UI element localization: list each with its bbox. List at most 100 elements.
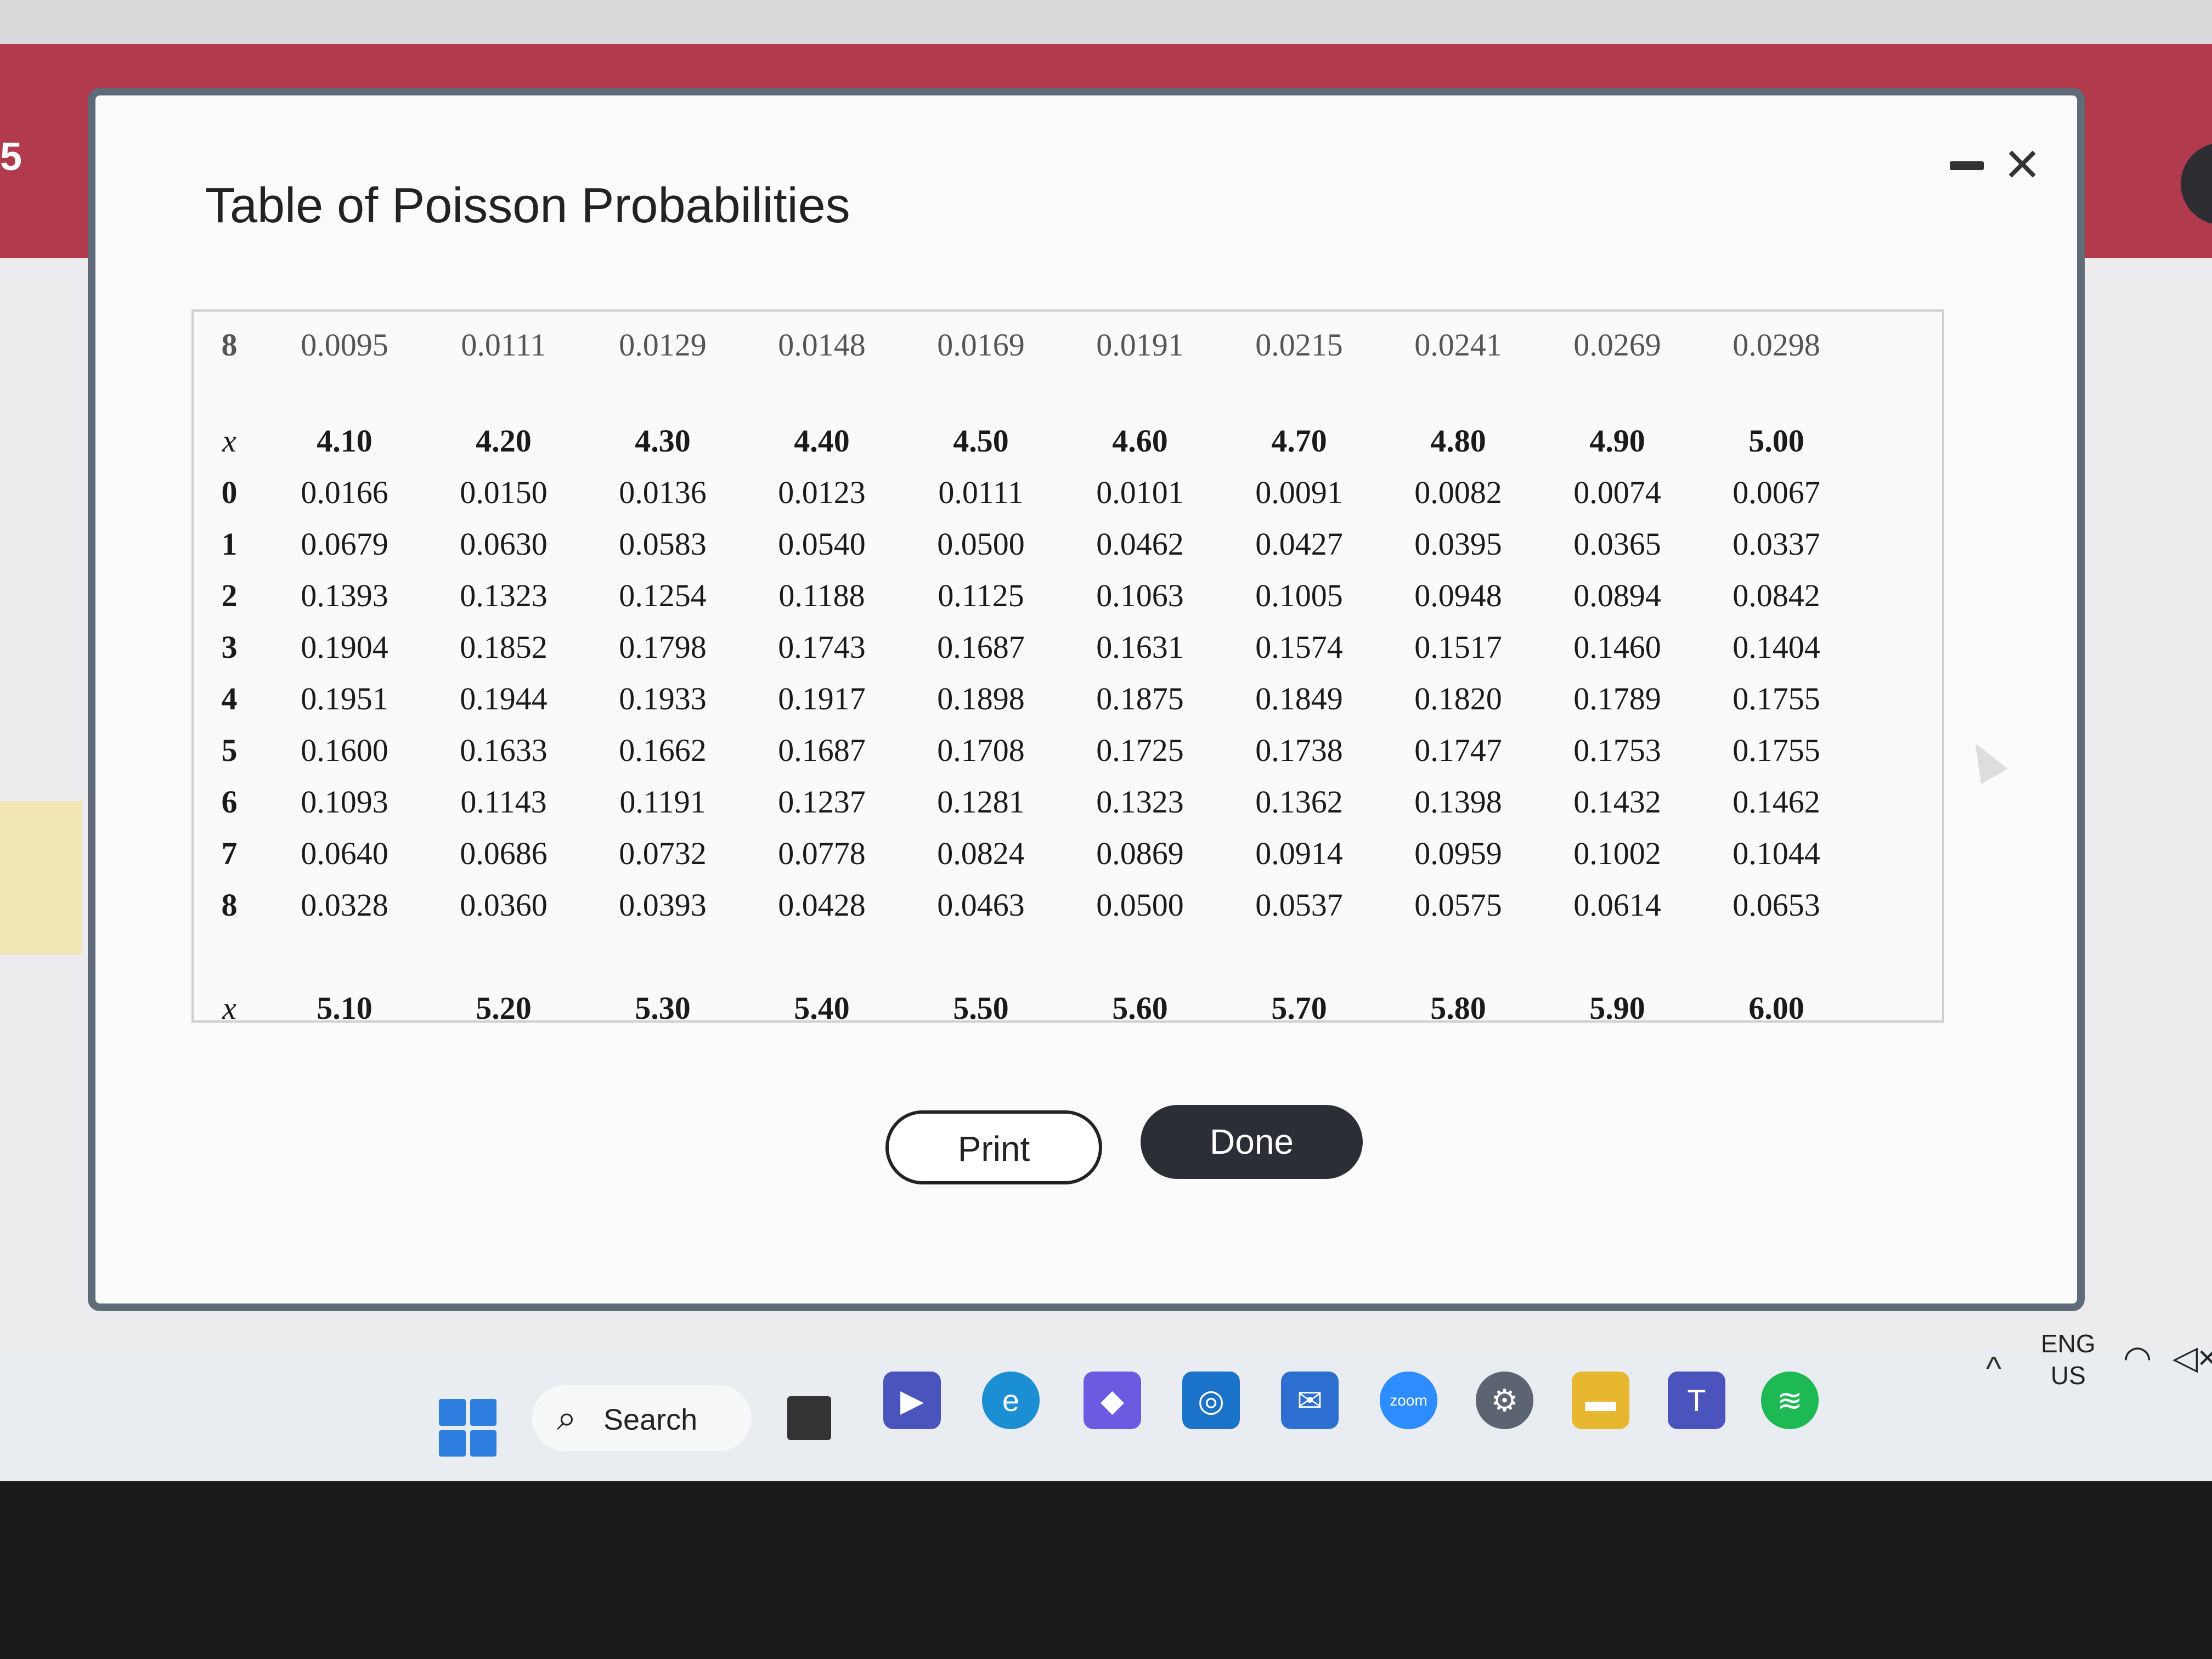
windows-start-icon[interactable] [439, 1399, 496, 1457]
teams-meet-icon[interactable]: ▶ [883, 1372, 941, 1429]
table-row: 4 0.1951 0.1944 0.1933 0.1917 0.1898 0.1875 0.1… [194, 673, 1856, 724]
table-cell: 0.1755 [1733, 732, 1820, 768]
language-indicator[interactable]: ENG US [2041, 1328, 2096, 1391]
table-cell: 0.1281 [937, 783, 1025, 820]
table-cell-x: 8 [221, 887, 238, 923]
spotify-icon[interactable]: ≋ [1761, 1372, 1819, 1429]
header-lambda: 5.50 [953, 990, 1009, 1023]
table-cell: 0.0824 [937, 835, 1025, 871]
task-view-icon[interactable] [787, 1396, 831, 1440]
table-cell: 0.1093 [301, 783, 388, 820]
print-button[interactable]: Print [885, 1110, 1102, 1184]
table-cell: 0.1789 [1573, 680, 1661, 716]
header-lambda: 5.30 [635, 990, 691, 1023]
poisson-table: 8 0.0095 0.0111 0.0129 0.0148 0.0169 0.0… [194, 312, 1856, 1023]
table-row-partial: 8 0.0095 0.0111 0.0129 0.0148 0.0169 0.0… [194, 312, 1856, 363]
table-cell-x: 0 [221, 474, 238, 510]
table-cell: 0.0067 [1733, 474, 1820, 510]
done-button[interactable]: Done [1141, 1105, 1363, 1179]
table-cell: 0.0111 [461, 327, 546, 363]
file-explorer-icon[interactable]: ▬ [1572, 1372, 1629, 1429]
teams-icon[interactable]: T [1668, 1372, 1725, 1429]
table-cell: 0.0894 [1573, 577, 1661, 613]
header-lambda: 4.70 [1271, 422, 1327, 459]
table-cell: 0.1687 [778, 732, 866, 768]
copilot-icon[interactable]: ◆ [1084, 1372, 1141, 1429]
mail-icon[interactable]: ✉ [1281, 1372, 1339, 1429]
table-cell: 0.1662 [619, 732, 707, 768]
table-cell: 0.1917 [778, 680, 866, 716]
table-cell: 0.1753 [1573, 732, 1661, 768]
table-cell: 0.0095 [301, 327, 388, 363]
table-cell: 0.1517 [1414, 629, 1502, 665]
header-lambda: 4.90 [1589, 422, 1645, 459]
header-lambda: 4.10 [317, 422, 373, 459]
table-cell: 0.1393 [301, 577, 388, 613]
table-cell: 0.0150 [460, 474, 548, 510]
table-cell: 0.0328 [301, 887, 388, 923]
tray-chevron-icon[interactable]: ^ [1986, 1350, 2001, 1387]
minimize-button[interactable] [1950, 161, 1984, 170]
table-cell: 0.0191 [1096, 327, 1184, 363]
table-cell: 0.1944 [460, 680, 548, 716]
monitor-bezel [0, 1481, 2212, 1659]
table-cell: 0.0679 [301, 526, 388, 562]
table-cell: 0.0614 [1573, 887, 1661, 923]
table-cell: 0.0395 [1414, 526, 1502, 562]
table-cell: 0.0732 [619, 835, 707, 871]
wifi-icon[interactable]: ◠ [2123, 1339, 2152, 1377]
table-cell: 0.0129 [619, 327, 707, 363]
header-x: x [222, 990, 236, 1023]
table-row: 2 0.1393 0.1323 0.1254 0.1188 0.1125 0.1063 0.1… [194, 569, 1856, 621]
close-button[interactable]: × [2005, 134, 2040, 194]
table-cell: 0.1432 [1573, 783, 1661, 820]
search-label: Search [603, 1403, 698, 1436]
table-cell: 0.0778 [778, 835, 866, 871]
table-cell: 0.1237 [778, 783, 866, 820]
header-lambda: 6.00 [1748, 990, 1804, 1023]
table-cell: 0.1633 [460, 732, 548, 768]
zoom-icon[interactable]: zoom [1380, 1372, 1437, 1429]
volume-muted-icon[interactable]: ◁× [2172, 1339, 2212, 1377]
table-cell: 0.0540 [778, 526, 866, 562]
table-cell: 0.0298 [1733, 327, 1820, 363]
browser-top-strip [0, 0, 2212, 44]
table-cell-x: 8 [221, 327, 238, 363]
header-x: x [222, 422, 236, 459]
table-cell: 0.0360 [460, 887, 548, 923]
header-lambda: 5.20 [476, 990, 532, 1023]
table-cell: 0.0136 [619, 474, 707, 510]
table-cell: 0.1820 [1414, 680, 1502, 716]
table-header-row: x 4.10 4.20 4.30 4.40 4.50 4.60 4.70 4.8… [194, 415, 1856, 466]
edge-icon[interactable]: e [982, 1372, 1040, 1429]
outlook-calendar-icon[interactable]: ◎ [1182, 1372, 1240, 1429]
table-cell: 0.0427 [1255, 526, 1343, 562]
table-cell: 0.1951 [301, 680, 388, 716]
table-cell: 0.0111 [938, 474, 1024, 510]
table-cell-x: 6 [221, 783, 238, 820]
table-cell: 0.1747 [1414, 732, 1502, 768]
table-cell: 0.0169 [937, 327, 1025, 363]
settings-icon[interactable]: ⚙ [1476, 1372, 1533, 1429]
table-cell: 0.0575 [1414, 887, 1502, 923]
table-cell: 0.1600 [301, 732, 388, 768]
table-cell: 0.0074 [1573, 474, 1661, 510]
table-row: 7 0.0640 0.0686 0.0732 0.0778 0.0824 0.0869 0.0… [194, 827, 1856, 879]
table-cell-x: 4 [221, 680, 238, 716]
table-cell: 0.1002 [1573, 835, 1661, 871]
table-cell: 0.0959 [1414, 835, 1502, 871]
table-cell: 0.1254 [619, 577, 707, 613]
table-scroll-area[interactable]: 8 0.0095 0.0111 0.0129 0.0148 0.0169 0.0… [191, 309, 1944, 1023]
table-cell: 0.1725 [1096, 732, 1184, 768]
table-cell: 0.0914 [1255, 835, 1343, 871]
table-cell-x: 5 [221, 732, 238, 768]
table-cell: 0.0653 [1733, 887, 1820, 923]
header-lambda: 4.60 [1112, 422, 1168, 459]
header-lambda: 4.50 [953, 422, 1009, 459]
table-cell: 0.1462 [1733, 783, 1820, 820]
table-cell: 0.0462 [1096, 526, 1184, 562]
table-cell: 0.1574 [1255, 629, 1343, 665]
taskbar-search[interactable]: ⌕ Search [532, 1385, 752, 1451]
table-cell-x: 7 [221, 835, 238, 871]
table-cell: 0.1143 [460, 783, 547, 820]
